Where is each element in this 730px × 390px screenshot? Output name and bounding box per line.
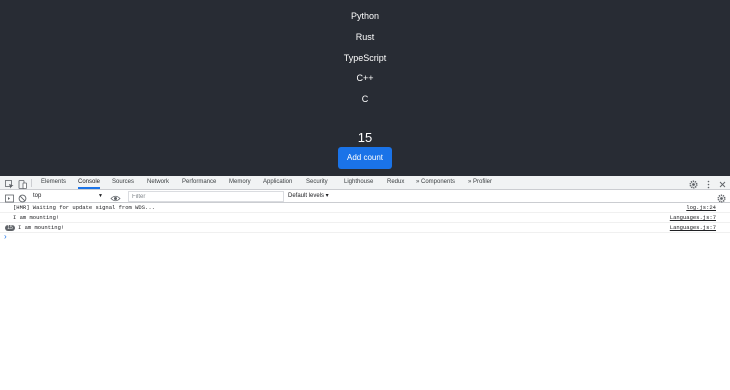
tab-memory[interactable]: Memory	[229, 176, 251, 189]
dropdown-arrow-icon: ▼	[98, 193, 103, 199]
context-selector[interactable]: top ▼	[33, 191, 105, 202]
tab-console[interactable]: Console	[78, 176, 101, 189]
tab-security[interactable]: Security	[306, 176, 328, 189]
console-filter-bar: top ▼ Default levels ▾	[0, 190, 730, 203]
console-settings-icon[interactable]	[716, 191, 727, 203]
sidebar-toggle-icon[interactable]	[4, 191, 15, 203]
language-item-cpp: C++	[356, 73, 374, 83]
language-item-c: C	[361, 94, 369, 104]
log-message: I am mounting!	[18, 224, 65, 231]
tab-application[interactable]: Application	[263, 176, 292, 189]
clear-console-icon[interactable]	[17, 191, 28, 203]
tab-sources[interactable]: Sources	[112, 176, 134, 189]
react-app-preview: Python Rust TypeScript C++ C 15 Add coun…	[0, 0, 730, 176]
add-count-button[interactable]: Add count	[338, 147, 392, 169]
tab-lighthouse[interactable]: Lighthouse	[344, 176, 373, 189]
language-item-python: Python	[350, 11, 380, 21]
live-expression-eye-icon[interactable]	[110, 191, 121, 202]
filter-input[interactable]	[128, 191, 284, 202]
log-source-link[interactable]: log.js:24	[686, 203, 716, 213]
repeat-count-badge: 15	[5, 225, 15, 231]
context-value: top	[33, 193, 42, 199]
more-menu-icon[interactable]	[703, 177, 714, 189]
count-display: 15	[357, 130, 373, 145]
console-output: [HMR] Waiting for update signal from WDS…	[0, 203, 730, 390]
tab-elements[interactable]: Elements	[41, 176, 66, 189]
language-item-typescript: TypeScript	[343, 53, 387, 63]
log-row: I am mounting! Languages.js:7	[0, 213, 730, 223]
settings-gear-icon[interactable]	[688, 177, 699, 189]
log-source-link[interactable]: Languages.js:7	[670, 223, 716, 233]
tab-performance[interactable]: Performance	[182, 176, 216, 189]
tab-network[interactable]: Network	[147, 176, 169, 189]
language-item-rust: Rust	[355, 32, 375, 42]
log-row: [HMR] Waiting for update signal from WDS…	[0, 203, 730, 213]
tab-profiler[interactable]: » Profiler	[468, 176, 492, 189]
log-row: 15 I am mounting! Languages.js:7	[0, 223, 730, 233]
close-icon[interactable]	[717, 177, 728, 188]
devtools-tab-bar: Elements Console Sources Network Perform…	[0, 176, 730, 190]
toolbar-divider	[31, 179, 32, 187]
inspect-element-icon[interactable]	[4, 177, 15, 189]
log-source-link[interactable]: Languages.js:7	[670, 213, 716, 223]
device-toolbar-icon[interactable]	[17, 177, 28, 189]
console-prompt[interactable]: ›	[4, 233, 7, 241]
tab-components[interactable]: » Components	[416, 176, 455, 189]
log-message: [HMR] Waiting for update signal from WDS…	[13, 204, 155, 211]
log-levels-dropdown[interactable]: Default levels ▾	[288, 191, 329, 202]
log-message: I am mounting!	[13, 214, 60, 221]
tab-redux[interactable]: Redux	[387, 176, 404, 189]
